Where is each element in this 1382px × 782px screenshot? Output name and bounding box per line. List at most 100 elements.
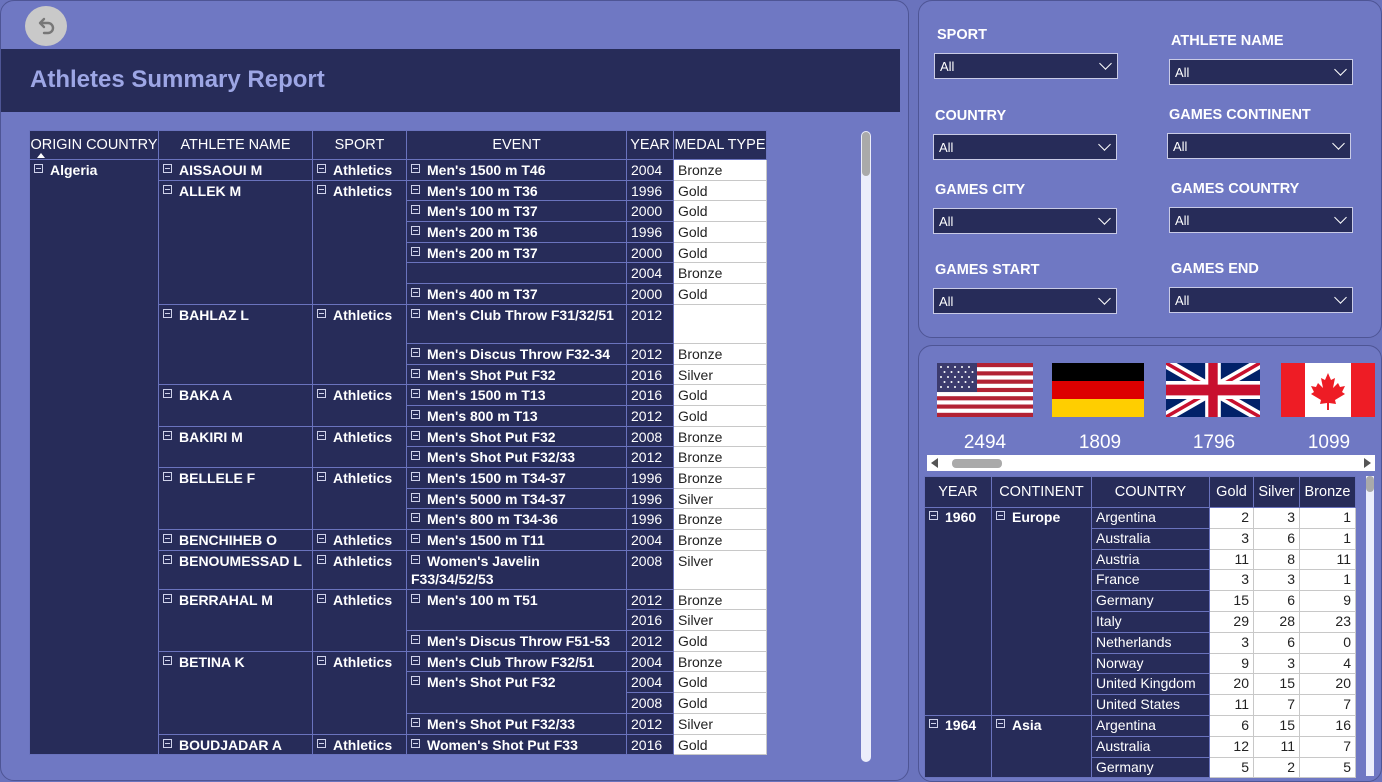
sport-cell[interactable]: Athletics xyxy=(312,179,407,305)
event-cell[interactable]: Men's 1500 m T11 xyxy=(406,529,627,551)
collapse-icon[interactable] xyxy=(317,308,326,318)
col-event[interactable]: EVENT xyxy=(406,130,627,160)
event-cell[interactable]: Men's Shot Put F32/33 xyxy=(406,446,627,468)
event-cell[interactable]: Men's Discus Throw F51-53 xyxy=(406,630,627,652)
collapse-icon[interactable] xyxy=(929,718,938,728)
collapse-icon[interactable] xyxy=(163,164,172,173)
athlete-name-dropdown[interactable]: All xyxy=(1169,59,1353,85)
collapse-icon[interactable] xyxy=(163,308,172,318)
back-button[interactable] xyxy=(25,6,67,46)
athlete-name-cell[interactable]: BAKA A xyxy=(158,384,313,427)
event-cell[interactable]: Men's 100 m T36 xyxy=(406,179,627,202)
scrollbar-thumb[interactable] xyxy=(1366,476,1374,492)
event-cell[interactable]: Women's Javelin F33/34/52/53 xyxy=(406,549,627,590)
collapse-icon[interactable] xyxy=(411,409,420,419)
collapse-icon[interactable] xyxy=(317,534,326,543)
collapse-icon[interactable] xyxy=(411,513,420,523)
year-cell[interactable]: 1960 xyxy=(924,507,992,716)
col-origin-country[interactable]: ORIGIN COUNTRY xyxy=(29,130,159,160)
sport-cell[interactable]: Athletics xyxy=(312,588,407,652)
collapse-icon[interactable] xyxy=(411,738,420,748)
athletes-vertical-scrollbar[interactable] xyxy=(861,131,871,762)
col-country[interactable]: COUNTRY xyxy=(1091,476,1210,508)
athlete-name-cell[interactable]: BENCHIHEB O xyxy=(158,529,313,551)
col-sport[interactable]: SPORT xyxy=(312,130,407,160)
col-year[interactable]: YEAR xyxy=(626,130,674,160)
collapse-icon[interactable] xyxy=(411,184,420,194)
athlete-name-cell[interactable]: BAHLAZ L xyxy=(158,303,313,386)
athlete-name-cell[interactable]: BELLELE F xyxy=(158,466,313,531)
athlete-name-cell[interactable]: BAKIRI M xyxy=(158,425,313,468)
scrollbar-thumb[interactable] xyxy=(862,132,870,176)
collapse-icon[interactable] xyxy=(411,534,420,543)
sport-cell[interactable]: Athletics xyxy=(312,425,407,468)
collapse-icon[interactable] xyxy=(411,635,420,645)
collapse-icon[interactable] xyxy=(411,164,420,173)
sport-cell[interactable]: Athletics xyxy=(312,650,407,735)
event-cell[interactable]: Men's 1500 m T46 xyxy=(406,159,627,181)
event-cell[interactable]: Men's Shot Put F32 xyxy=(406,363,627,386)
scroll-right-icon[interactable] xyxy=(1364,458,1371,468)
flags-horizontal-scrollbar[interactable] xyxy=(927,455,1375,471)
sport-cell[interactable]: Athletics xyxy=(312,733,407,756)
collapse-icon[interactable] xyxy=(163,184,172,194)
medal-vertical-scrollbar[interactable] xyxy=(1366,476,1374,776)
collapse-icon[interactable] xyxy=(317,389,326,399)
games-end-dropdown[interactable]: All xyxy=(1169,287,1353,313)
col-silver[interactable]: Silver xyxy=(1253,476,1300,508)
scrollbar-thumb[interactable] xyxy=(952,459,1002,468)
col-continent[interactable]: CONTINENT xyxy=(991,476,1092,508)
origin-country-cell[interactable]: Algeria xyxy=(29,158,159,756)
collapse-icon[interactable] xyxy=(411,676,420,686)
collapse-icon[interactable] xyxy=(163,534,172,543)
collapse-icon[interactable] xyxy=(317,184,326,194)
collapse-icon[interactable] xyxy=(411,717,420,727)
event-cell[interactable]: Men's 200 m T36 xyxy=(406,221,627,243)
athlete-name-cell[interactable]: BOUDJADAR A xyxy=(158,733,313,756)
collapse-icon[interactable] xyxy=(929,511,938,520)
collapse-icon[interactable] xyxy=(163,430,172,440)
collapse-icon[interactable] xyxy=(411,554,420,564)
collapse-icon[interactable] xyxy=(317,593,326,603)
collapse-icon[interactable] xyxy=(996,718,1005,728)
collapse-icon[interactable] xyxy=(411,288,420,298)
collapse-icon[interactable] xyxy=(163,738,172,748)
event-cell[interactable]: Men's Shot Put F32/33 xyxy=(406,712,627,735)
games-start-dropdown[interactable]: All xyxy=(933,288,1117,314)
collapse-icon[interactable] xyxy=(411,389,420,399)
athlete-name-cell[interactable]: BERRAHAL M xyxy=(158,588,313,652)
sport-cell[interactable]: Athletics xyxy=(312,549,407,590)
athlete-name-cell[interactable]: AISSAOUI M xyxy=(158,159,313,181)
event-cell[interactable]: Men's Shot Put F32 xyxy=(406,425,627,448)
collapse-icon[interactable] xyxy=(411,471,420,481)
col-bronze[interactable]: Bronze xyxy=(1299,476,1356,508)
year-cell[interactable]: 1964 xyxy=(924,714,992,779)
collapse-icon[interactable] xyxy=(317,430,326,440)
scroll-left-icon[interactable] xyxy=(931,458,938,468)
event-cell[interactable]: Men's Club Throw F31/32/51 xyxy=(406,303,627,344)
continent-cell[interactable]: Europe xyxy=(991,507,1092,716)
event-cell[interactable]: Men's 100 m T37 xyxy=(406,200,627,223)
country-dropdown[interactable]: All xyxy=(933,134,1117,160)
event-cell[interactable]: Men's 400 m T37 xyxy=(406,283,627,305)
event-cell[interactable]: Men's 800 m T34-36 xyxy=(406,508,627,530)
collapse-icon[interactable] xyxy=(411,205,420,215)
collapse-icon[interactable] xyxy=(163,471,172,481)
event-cell[interactable]: Men's Discus Throw F32-34 xyxy=(406,342,627,365)
collapse-icon[interactable] xyxy=(317,655,326,665)
sport-dropdown[interactable]: All xyxy=(934,53,1118,79)
col-athlete-name[interactable]: ATHLETE NAME xyxy=(158,130,313,160)
col-medal-type[interactable]: MEDAL TYPE xyxy=(673,130,767,160)
collapse-icon[interactable] xyxy=(996,511,1005,520)
collapse-icon[interactable] xyxy=(317,471,326,481)
collapse-icon[interactable] xyxy=(411,368,420,378)
collapse-icon[interactable] xyxy=(411,347,420,357)
event-cell[interactable]: Women's Shot Put F33 xyxy=(406,733,627,756)
collapse-icon[interactable] xyxy=(411,492,420,502)
event-cell[interactable]: Men's 1500 m T34-37 xyxy=(406,466,627,489)
col-gold[interactable]: Gold xyxy=(1209,476,1254,508)
sport-cell[interactable]: Athletics xyxy=(312,303,407,386)
collapse-icon[interactable] xyxy=(411,308,420,318)
collapse-icon[interactable] xyxy=(317,554,326,564)
event-cell[interactable]: Men's 800 m T13 xyxy=(406,404,627,427)
